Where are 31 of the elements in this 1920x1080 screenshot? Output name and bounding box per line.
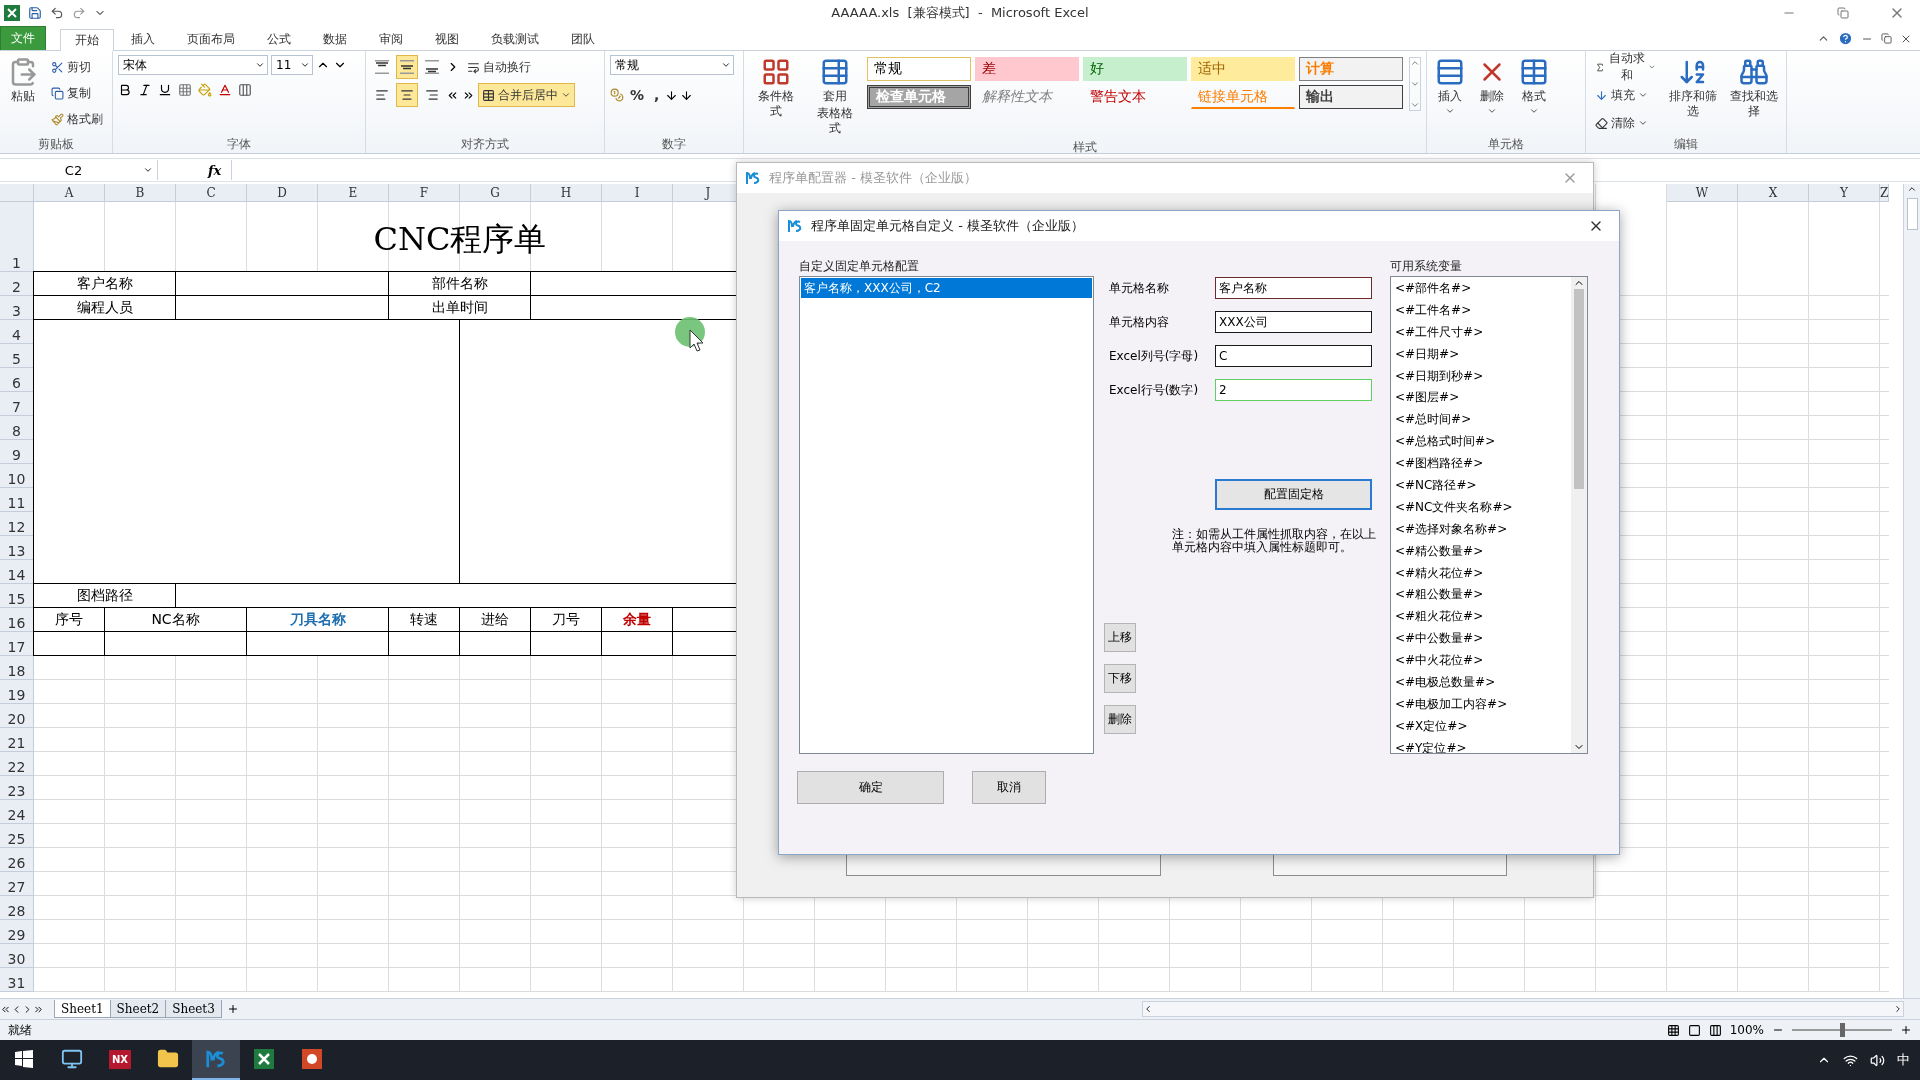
field-label: 单元格内容 bbox=[1109, 313, 1170, 331]
select-value: 11 bbox=[276, 58, 292, 72]
group-label: 字体 bbox=[226, 136, 252, 153]
group-label: 样式 bbox=[1072, 139, 1098, 156]
select-value: 常规 bbox=[615, 56, 639, 74]
zoom-level: 100% bbox=[1729, 1023, 1764, 1037]
button-label: 条件格式 bbox=[756, 89, 795, 119]
dialog-title: 程序单固定单元格自定义 - 模圣软件（企业版） bbox=[811, 217, 1085, 235]
button-label: 套用 bbox=[822, 89, 847, 104]
note-text: 注：如需从工件属性抓取内容，在以上单元格内容中填入属性标题即可。 bbox=[1172, 528, 1377, 555]
field-label: Excel行号(数字) bbox=[1109, 381, 1200, 399]
group-label: 数字 bbox=[661, 136, 687, 153]
status-text: 就绪 bbox=[8, 1021, 32, 1039]
group-label: 单元格 bbox=[1487, 136, 1525, 153]
cell-reference: C2 bbox=[63, 162, 84, 178]
group-label: 对齐方式 bbox=[460, 136, 510, 153]
sheet-title: CNC程序单 bbox=[373, 219, 547, 260]
table-cell: 部件名称 bbox=[388, 271, 531, 296]
button-label: 表格格式 bbox=[815, 106, 854, 136]
panel-label: 自定义固定单元格配置 bbox=[799, 258, 920, 275]
field-label: 单元格名称 bbox=[1109, 279, 1170, 297]
group-label: 剪贴板 bbox=[37, 136, 75, 153]
function-label: fx bbox=[208, 162, 222, 178]
dialog-title: 程序单配置器 - 模圣软件（企业版） bbox=[769, 169, 978, 187]
panel-label: 可用系统变量 bbox=[1390, 258, 1463, 275]
select-value: 宋体 bbox=[123, 56, 147, 74]
app-logo: NX bbox=[108, 1049, 132, 1069]
window-title: AAAAA.xls [兼容模式] - Microsoft Excel bbox=[830, 4, 1090, 22]
table-cell: 客户名称 bbox=[33, 271, 176, 296]
field-label: Excel列号(字母) bbox=[1109, 347, 1200, 365]
group-label: 编辑 bbox=[1673, 136, 1699, 153]
